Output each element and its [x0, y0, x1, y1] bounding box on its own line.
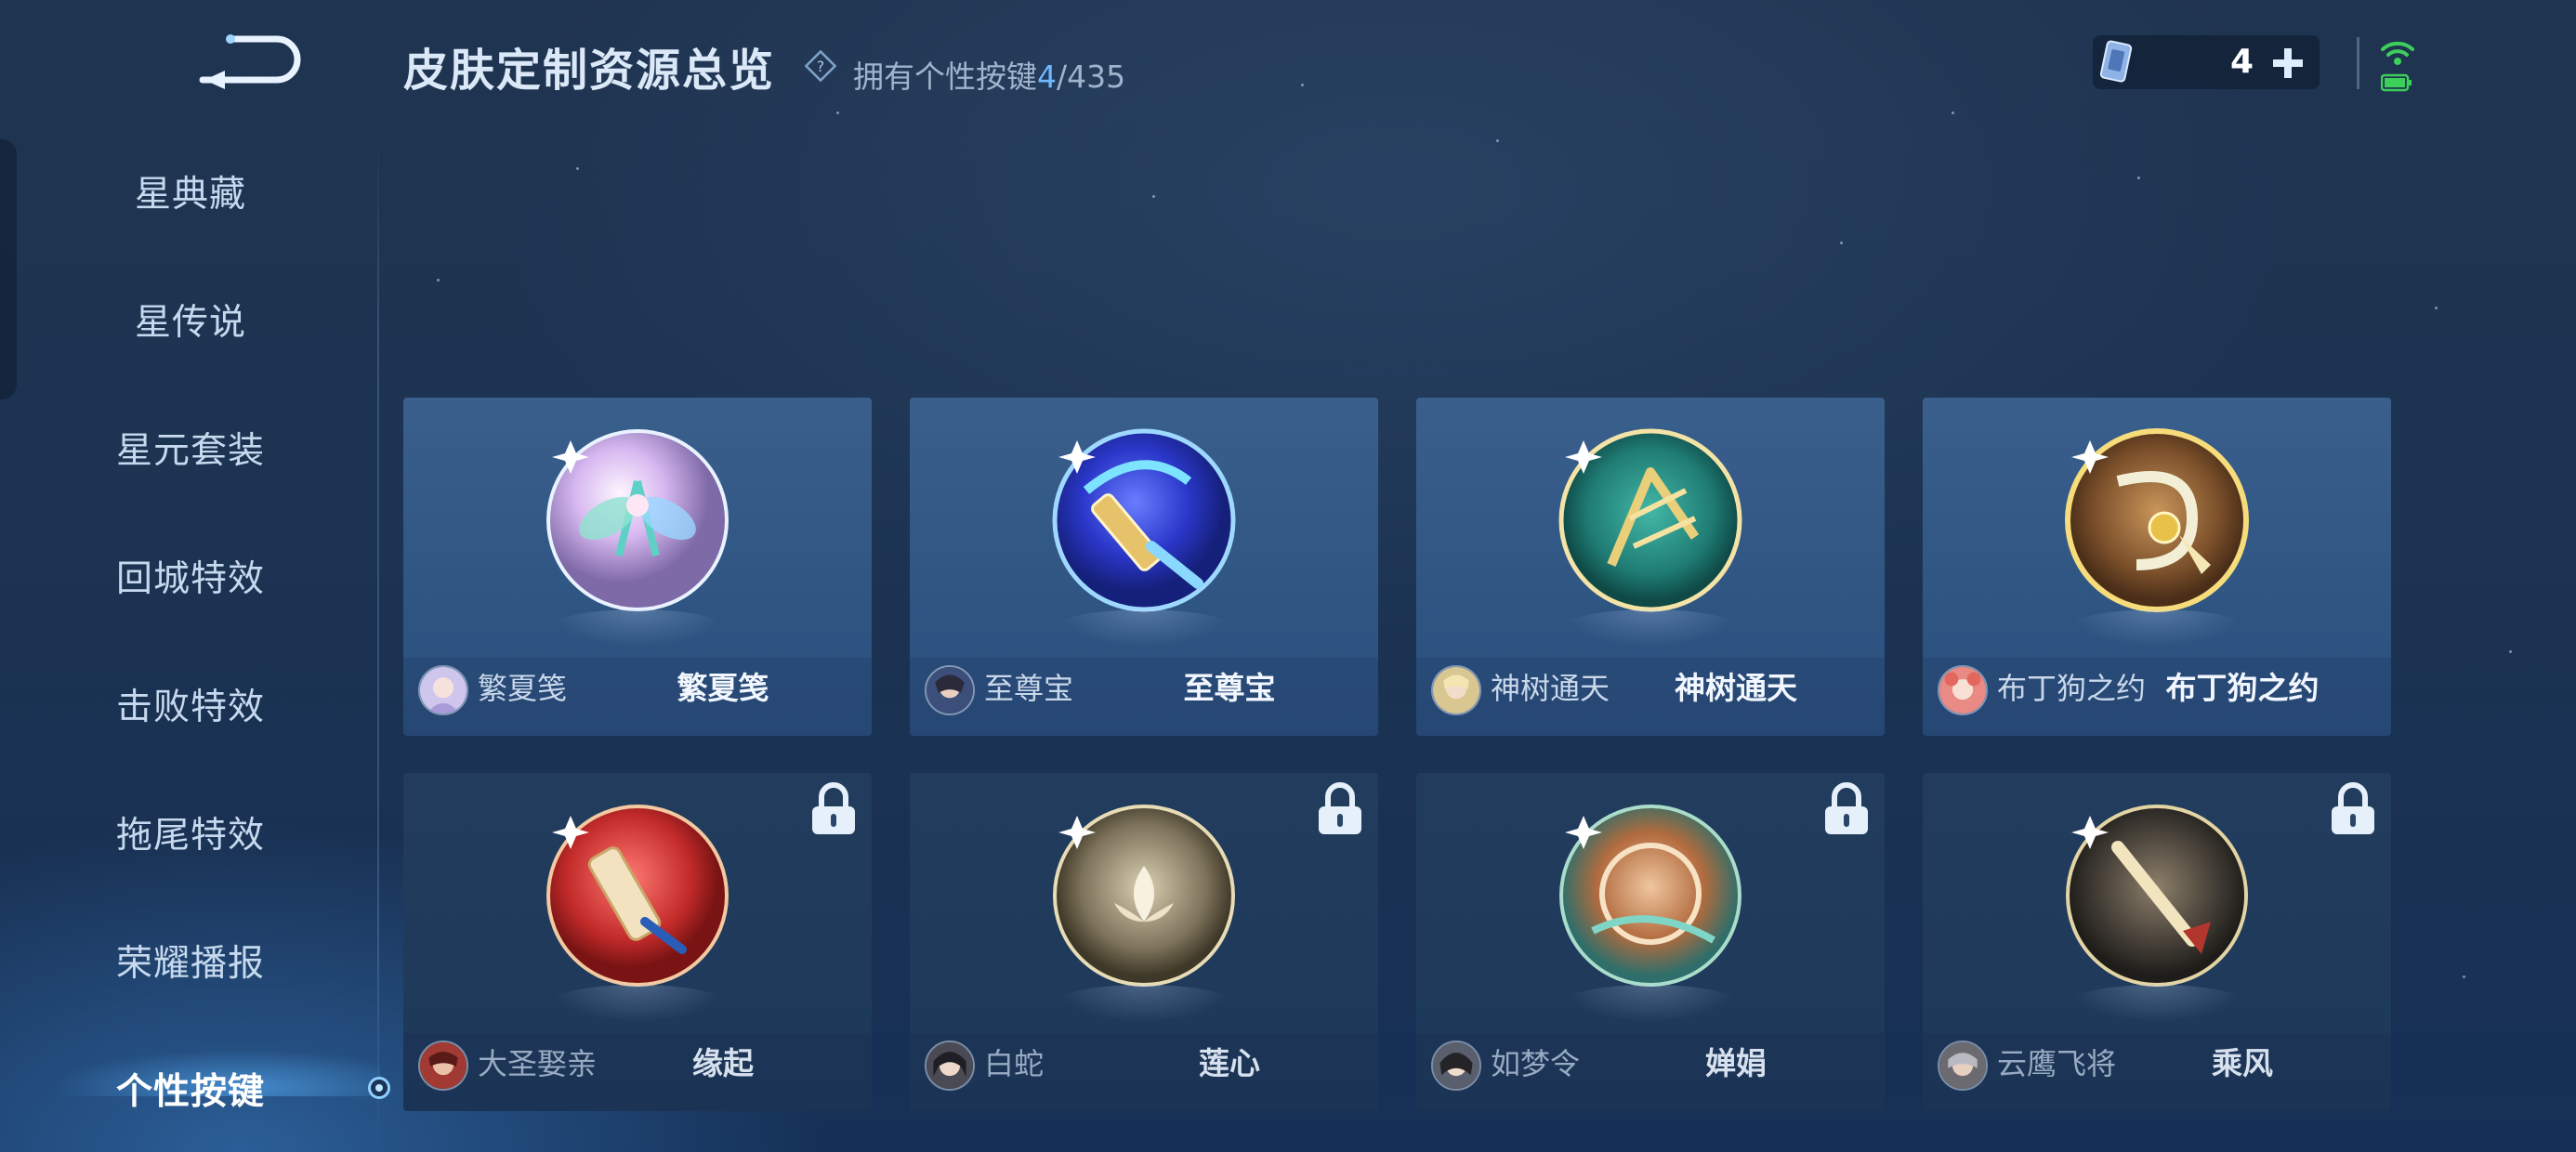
skin-name: 神树通天: [1675, 670, 1797, 706]
owned-count-text: 拥有个性按键4/435: [853, 52, 1125, 97]
hero-avatar: [1431, 1041, 1481, 1091]
sidebar-item-custom-buttons[interactable]: 个性按键: [0, 1052, 381, 1126]
lock-icon: [1319, 782, 1361, 834]
active-indicator-dot: [368, 1077, 390, 1099]
sidebar-item-label: 星传说: [134, 302, 246, 344]
skin-card[interactable]: 大圣娶亲 缘起: [403, 773, 872, 1111]
orb-reflection: [1561, 985, 1740, 1022]
tree-emblem-orb-icon: [1558, 428, 1742, 612]
fairy-orb-icon: [546, 429, 729, 611]
owned-count: 4: [1037, 59, 1057, 95]
lock-icon: [1825, 782, 1868, 834]
skin-name: 莲心: [1199, 1045, 1260, 1081]
spear-orb-icon: [2066, 805, 2248, 987]
skin-name: 布丁狗之约: [2165, 670, 2320, 706]
svg-text:?: ?: [817, 58, 825, 75]
hero-name: 云鹰飞将: [1997, 1046, 2117, 1081]
lock-icon: [2332, 782, 2374, 834]
card-ticket-icon: [2099, 40, 2133, 83]
skin-name: 繁夏笺: [677, 670, 769, 706]
battery-icon: [2381, 73, 2412, 92]
wifi-icon: [2381, 41, 2414, 65]
sidebar-item-trail-effect[interactable]: 拖尾特效: [0, 795, 381, 870]
back-arrow-icon[interactable]: [193, 28, 305, 93]
hero-avatar: [1431, 665, 1481, 715]
skin-name: 缘起: [692, 1045, 754, 1081]
pudding-dog-orb-icon: [2065, 428, 2249, 612]
hero-name: 白蛇: [984, 1046, 1045, 1081]
hero-avatar: [1938, 665, 1988, 715]
sidebar-item-star-suit[interactable]: 星元套装: [0, 411, 381, 485]
sidebar-item-star-collection[interactable]: 星典藏: [0, 154, 381, 229]
hero-name: 繁夏笺: [478, 671, 568, 706]
orb-reflection: [1561, 609, 1740, 647]
orb-reflection: [1055, 985, 1233, 1022]
orb-reflection: [548, 985, 727, 1022]
orb-reflection: [2068, 985, 2246, 1022]
hero-name: 如梦令: [1491, 1046, 1581, 1081]
orb-reflection: [548, 609, 727, 647]
skin-card[interactable]: 云鹰飞将 乘风: [1923, 773, 2391, 1111]
hero-avatar: [418, 1041, 468, 1091]
hero-name: 大圣娶亲: [478, 1046, 598, 1081]
sidebar-item-label: 回城特效: [115, 558, 265, 600]
orb-reflection: [1055, 609, 1233, 647]
skin-card[interactable]: 白蛇 莲心: [910, 773, 1378, 1111]
page-title: 皮肤定制资源总览: [403, 45, 776, 97]
moon-orb-icon: [1559, 805, 1741, 987]
skin-name: 乘风: [2212, 1045, 2273, 1081]
sidebar-item-kill-effect[interactable]: 击败特效: [0, 667, 381, 741]
skin-card[interactable]: 神树通天 神树通天: [1416, 398, 1885, 736]
hero-avatar: [1938, 1041, 1988, 1091]
lock-icon: [812, 782, 855, 834]
sidebar-item-label: 拖尾特效: [115, 815, 265, 857]
red-scroll-orb-icon: [546, 805, 729, 987]
hero-avatar: [925, 665, 975, 715]
skin-card[interactable]: 繁夏笺 繁夏笺: [403, 398, 872, 736]
sidebar-item-label: 星元套装: [115, 430, 265, 472]
orb-reflection: [2068, 609, 2246, 647]
owned-label: 拥有个性按键: [853, 59, 1037, 95]
skin-name: 婵娟: [1705, 1045, 1767, 1081]
currency-count: 4: [2230, 43, 2254, 81]
sidebar-item-label: 击败特效: [115, 687, 265, 728]
skin-card[interactable]: 如梦令 婵娟: [1416, 773, 1885, 1111]
hero-name: 至尊宝: [984, 671, 1074, 706]
header-divider: [2357, 37, 2359, 89]
sidebar-item-glory-broadcast[interactable]: 荣耀播报: [0, 923, 381, 998]
owned-total: /435: [1057, 59, 1126, 95]
sidebar-item-label: 星典藏: [134, 174, 246, 216]
sidebar-item-star-legend[interactable]: 星传说: [0, 282, 381, 357]
hero-avatar: [418, 665, 468, 715]
lotus-orb-icon: [1053, 805, 1235, 987]
hero-avatar: [925, 1041, 975, 1091]
sidebar-item-recall-effect[interactable]: 回城特效: [0, 539, 381, 613]
help-icon[interactable]: ?: [805, 50, 836, 82]
skin-card[interactable]: 布丁狗之约 布丁狗之约: [1923, 398, 2391, 736]
skin-name: 至尊宝: [1183, 670, 1276, 706]
hero-name: 布丁狗之约: [1997, 671, 2147, 706]
sidebar-item-label: 个性按键: [115, 1071, 265, 1113]
sidebar-item-label: 荣耀播报: [115, 943, 265, 985]
skin-card[interactable]: 至尊宝 至尊宝: [910, 398, 1378, 736]
golden-staff-orb-icon: [1052, 428, 1236, 612]
hero-name: 神树通天: [1491, 671, 1610, 706]
add-icon[interactable]: [2269, 45, 2307, 82]
